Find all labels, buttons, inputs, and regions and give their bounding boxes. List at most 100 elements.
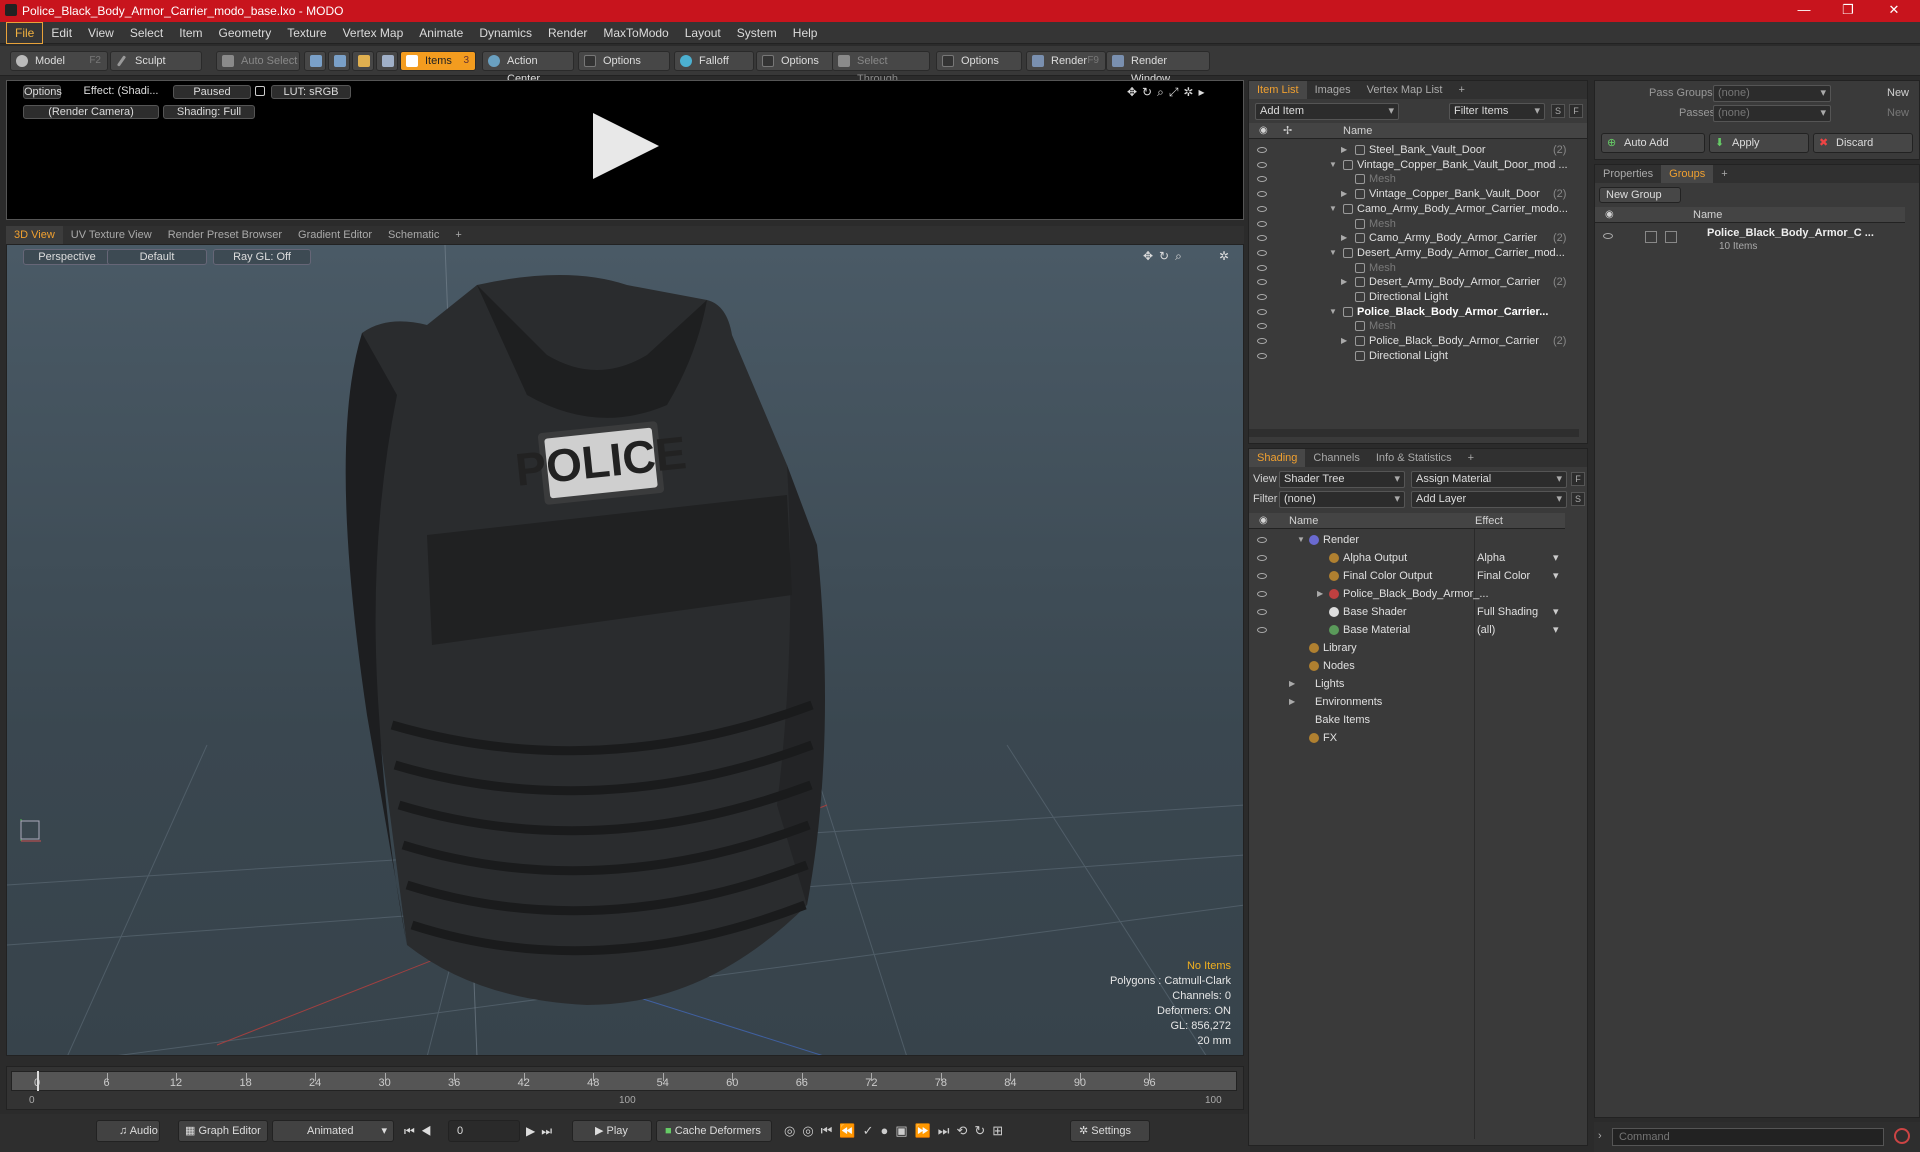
group-row[interactable]: Police_Black_Body_Armor_C ... 10 Items — [1595, 225, 1905, 261]
vertex-select-icon[interactable] — [304, 51, 326, 71]
menu-file[interactable]: File — [6, 21, 44, 44]
menu-animate[interactable]: Animate — [411, 22, 471, 44]
menu-item[interactable]: Item — [171, 22, 210, 44]
animated-dropdown[interactable]: Animated ▾ — [272, 1120, 394, 1142]
tab-vertex-map-list[interactable]: Vertex Map List — [1359, 81, 1451, 99]
visibility-eye-icon[interactable] — [1257, 161, 1267, 168]
shader-tree-row[interactable]: FX — [1249, 729, 1565, 747]
tab-info-statistics[interactable]: Info & Statistics — [1368, 449, 1460, 467]
lock-icon[interactable] — [255, 86, 265, 96]
shader-tree-row[interactable]: Base Shader Full Shading ▾ — [1249, 603, 1565, 621]
tab-shading[interactable]: Shading — [1249, 449, 1306, 467]
group-select-checkbox[interactable] — [1665, 231, 1677, 243]
visibility-eye-icon[interactable] — [1257, 264, 1267, 271]
shader-eye-icon[interactable] — [1257, 537, 1267, 543]
select-through-button[interactable]: Select Through — [832, 51, 930, 85]
shader-eye-icon[interactable] — [1257, 591, 1267, 597]
preview-options-button[interactable]: Options — [23, 85, 62, 99]
tab-add[interactable]: + — [1713, 165, 1735, 183]
items-mode-button[interactable]: Items 3 — [400, 51, 476, 71]
shader-effect-dropdown[interactable]: Alpha — [1477, 549, 1505, 567]
tab-item-list[interactable]: Item List — [1249, 81, 1307, 99]
new-pass-group-button[interactable]: New — [1887, 87, 1909, 99]
shader-eye-icon[interactable] — [1257, 609, 1267, 615]
add-item-dropdown[interactable]: Add Item — [1255, 103, 1399, 120]
menu-texture[interactable]: Texture — [279, 22, 334, 44]
auto-add-button[interactable]: ⊕ Auto Add — [1601, 133, 1705, 153]
tab-add[interactable]: + — [1450, 81, 1472, 99]
action-center-button[interactable]: Action Center — [482, 51, 574, 85]
effect-dropdown-arrow-icon[interactable]: ▾ — [1553, 621, 1559, 639]
menu-geometry[interactable]: Geometry — [211, 22, 280, 44]
shader-tree-row[interactable]: Final Color Output Final Color ▾ — [1249, 567, 1565, 585]
shader-tree-row[interactable]: ▶ Police_Black_Body_Armor_... — [1249, 585, 1565, 603]
tab-gradient-editor[interactable]: Gradient Editor — [290, 226, 380, 244]
discard-button[interactable]: ✖ Discard — [1813, 133, 1913, 153]
shader-tree-row[interactable]: Nodes — [1249, 657, 1565, 675]
falloff-options-button[interactable]: Options — [756, 51, 834, 71]
falloff-button[interactable]: Falloff — [674, 51, 754, 71]
auto-select-button[interactable]: Auto Select — [216, 51, 300, 71]
shader-tree-row[interactable]: Base Material (all) ▾ — [1249, 621, 1565, 639]
visibility-eye-icon[interactable] — [1257, 235, 1267, 242]
shading-dropdown[interactable]: Shading: Full — [163, 105, 255, 119]
timeline[interactable]: 06121824303642485460667278849096 0 100 1… — [6, 1066, 1244, 1110]
visibility-eye-icon[interactable] — [1257, 176, 1267, 183]
tab-properties[interactable]: Properties — [1595, 165, 1661, 183]
pass-groups-dropdown[interactable]: (none) — [1713, 85, 1831, 102]
menu-maxtomodo[interactable]: MaxToModo — [595, 22, 676, 44]
tab-schematic[interactable]: Schematic — [380, 226, 447, 244]
shader-tree-row[interactable]: ▶ Lights — [1249, 675, 1565, 693]
expand-arrow-icon[interactable]: ▼ — [1297, 531, 1305, 549]
settings-button[interactable]: ✲ Settings — [1070, 1120, 1150, 1142]
tab-images[interactable]: Images — [1307, 81, 1359, 99]
shader-effect-dropdown[interactable]: (all) — [1477, 621, 1495, 639]
expand-arrow-icon[interactable]: ▶ — [1317, 585, 1323, 603]
shader-tree-row[interactable]: ▶ Environments — [1249, 693, 1565, 711]
tab-groups[interactable]: Groups — [1661, 165, 1714, 183]
preview-paused-button[interactable]: Paused — [173, 85, 251, 99]
effect-dropdown-arrow-icon[interactable]: ▾ — [1553, 567, 1559, 585]
visibility-eye-icon[interactable] — [1257, 220, 1267, 227]
preview-effect-dropdown[interactable]: Effect: (Shadi... — [75, 85, 167, 99]
add-layer-dropdown[interactable]: Add Layer — [1411, 491, 1567, 508]
visibility-eye-icon[interactable] — [1257, 147, 1267, 153]
menu-view[interactable]: View — [80, 22, 122, 44]
group-eye-icon[interactable] — [1603, 233, 1613, 239]
menu-system[interactable]: System — [729, 22, 785, 44]
material-select-icon[interactable] — [376, 51, 398, 71]
group-render-checkbox[interactable] — [1645, 231, 1657, 243]
shader-effect-dropdown[interactable]: Full Shading — [1477, 603, 1538, 621]
select-options-button[interactable]: Options — [936, 51, 1022, 71]
visibility-eye-icon[interactable] — [1257, 338, 1267, 345]
new-pass-button[interactable]: New — [1887, 107, 1909, 119]
shader-eye-icon[interactable] — [1257, 555, 1267, 561]
frame-input[interactable]: 0 — [448, 1120, 520, 1142]
tab-render-preset-browser[interactable]: Render Preset Browser — [160, 226, 290, 244]
model-mode-button[interactable]: Model F2 — [10, 51, 108, 71]
menu-edit[interactable]: Edit — [43, 22, 80, 44]
passes-dropdown[interactable]: (none) — [1713, 105, 1831, 122]
audio-button[interactable]: ♫ Audio — [96, 1120, 160, 1142]
visibility-eye-icon[interactable] — [1257, 249, 1267, 256]
item-list-row[interactable]: Directional Light — [1249, 347, 1587, 365]
menu-dynamics[interactable]: Dynamics — [471, 22, 540, 44]
menu-help[interactable]: Help — [785, 22, 826, 44]
play-button[interactable]: ▶ Play — [572, 1120, 652, 1142]
timeline-playhead[interactable] — [37, 1071, 39, 1091]
expand-arrow-icon[interactable]: ▶ — [1289, 693, 1295, 711]
menu-vertex-map[interactable]: Vertex Map — [335, 22, 412, 44]
visibility-eye-icon[interactable] — [1257, 308, 1267, 315]
visibility-eye-icon[interactable] — [1257, 352, 1267, 359]
tab-channels[interactable]: Channels — [1305, 449, 1367, 467]
menu-render[interactable]: Render — [540, 22, 595, 44]
visibility-eye-icon[interactable] — [1257, 323, 1267, 330]
next-key-icons[interactable]: ▶⏭ — [526, 1124, 558, 1139]
visibility-eye-icon[interactable] — [1257, 205, 1267, 212]
command-input[interactable] — [1612, 1128, 1884, 1146]
play-render-icon[interactable] — [593, 113, 659, 179]
command-expand-icon[interactable]: › — [1598, 1130, 1602, 1142]
shader-tree-row[interactable]: Bake Items — [1249, 711, 1565, 729]
expand-arrow-icon[interactable]: ▶ — [1289, 675, 1295, 693]
polygon-select-icon[interactable] — [352, 51, 374, 71]
